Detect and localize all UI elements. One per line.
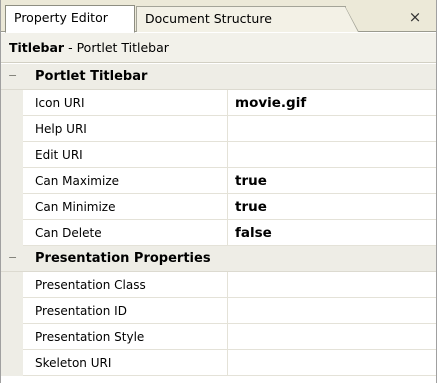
column-divider (227, 142, 228, 168)
property-name: Presentation Style (35, 330, 145, 344)
property-row-edit-uri[interactable]: Edit URI (1, 142, 436, 168)
column-divider (227, 220, 228, 246)
column-divider (227, 168, 228, 194)
row-gutter (1, 298, 23, 324)
property-row-skeleton-uri[interactable]: Skeleton URI (1, 350, 436, 376)
property-editor-panel: Property Editor Document Structure × Tit… (0, 0, 437, 383)
property-grid: − Portlet Titlebar Icon URI movie.gif He… (1, 64, 436, 376)
row-gutter (1, 194, 23, 220)
property-row-can-maximize[interactable]: Can Maximize true (1, 168, 436, 194)
tab-document-structure[interactable]: Document Structure (136, 6, 359, 32)
selected-object-title: Titlebar - Portlet Titlebar (1, 33, 436, 63)
property-row-can-delete[interactable]: Can Delete false (1, 220, 436, 246)
property-name: Presentation Class (35, 278, 146, 292)
column-divider (227, 194, 228, 220)
property-name: Can Maximize (35, 174, 119, 188)
row-gutter (1, 272, 23, 298)
column-divider (227, 272, 228, 298)
object-description: Portlet Titlebar (76, 40, 169, 55)
column-divider (227, 90, 228, 116)
property-name: Presentation ID (35, 304, 127, 318)
property-name: Icon URI (35, 96, 85, 110)
row-gutter (1, 116, 23, 142)
property-row-presentation-class[interactable]: Presentation Class (1, 272, 436, 298)
property-row-presentation-id[interactable]: Presentation ID (1, 298, 436, 324)
property-name: Edit URI (35, 148, 83, 162)
category-presentation-properties: − Presentation Properties (1, 246, 436, 272)
property-row-help-uri[interactable]: Help URI (1, 116, 436, 142)
object-type: Titlebar (9, 40, 65, 55)
property-name: Can Minimize (35, 200, 116, 214)
property-value[interactable]: movie.gif (235, 90, 306, 116)
tab-slant (345, 7, 358, 32)
property-value[interactable]: false (235, 220, 272, 246)
property-row-icon-uri[interactable]: Icon URI movie.gif (1, 90, 436, 116)
category-portlet-titlebar: − Portlet Titlebar (1, 64, 436, 90)
collapse-icon[interactable]: − (8, 70, 17, 81)
category-label: Presentation Properties (35, 251, 211, 266)
close-icon[interactable]: × (406, 8, 424, 26)
property-row-can-minimize[interactable]: Can Minimize true (1, 194, 436, 220)
row-gutter (1, 142, 23, 168)
row-gutter (1, 220, 23, 246)
tab-strip: Property Editor Document Structure × (1, 0, 436, 33)
tab-property-editor[interactable]: Property Editor (5, 5, 135, 33)
row-gutter (1, 350, 23, 376)
column-divider (227, 116, 228, 142)
property-row-presentation-style[interactable]: Presentation Style (1, 324, 436, 350)
object-separator: - (64, 40, 77, 55)
property-name: Help URI (35, 122, 87, 136)
row-gutter (1, 90, 23, 116)
collapse-icon[interactable]: − (8, 252, 17, 263)
property-value[interactable]: true (235, 194, 267, 220)
column-divider (227, 298, 228, 324)
row-gutter (1, 168, 23, 194)
tab-document-structure-label: Document Structure (145, 11, 272, 26)
row-gutter (1, 324, 23, 350)
column-divider (227, 350, 228, 376)
column-divider (227, 324, 228, 350)
category-label: Portlet Titlebar (35, 69, 148, 84)
property-value[interactable]: true (235, 168, 267, 194)
property-name: Skeleton URI (35, 356, 112, 370)
property-name: Can Delete (35, 226, 102, 240)
